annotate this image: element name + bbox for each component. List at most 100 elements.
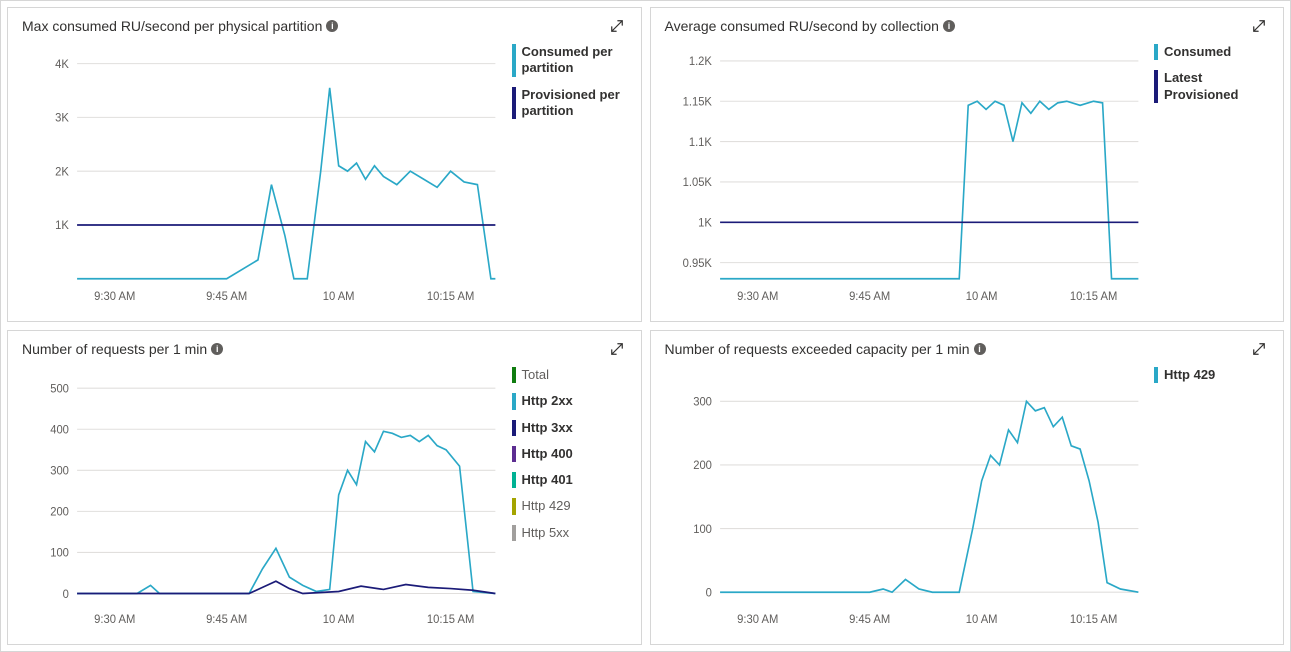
card-ru-partition: Max consumed RU/second per physical part… [7, 7, 642, 322]
svg-text:9:45 AM: 9:45 AM [849, 291, 890, 303]
legend-label: Http 3xx [522, 420, 573, 436]
svg-text:4K: 4K [55, 59, 69, 71]
legend-swatch [1154, 367, 1158, 383]
svg-text:300: 300 [50, 465, 69, 477]
legend-label: Consumed per partition [522, 44, 627, 77]
legend-item[interactable]: Http 3xx [512, 420, 627, 436]
card-body: 01002003004005009:30 AM9:45 AM10 AM10:15… [22, 363, 627, 636]
legend-swatch [1154, 44, 1158, 60]
expand-button[interactable] [1249, 339, 1269, 359]
card-body: 01002003009:30 AM9:45 AM10 AM10:15 AMHtt… [665, 363, 1270, 636]
svg-text:1.15K: 1.15K [682, 96, 712, 108]
legend-item[interactable]: Http 401 [512, 472, 627, 488]
svg-text:1K: 1K [55, 220, 69, 232]
chart-area: 1K2K3K4K9:30 AM9:45 AM10 AM10:15 AM [22, 40, 502, 313]
svg-text:1.05K: 1.05K [682, 177, 712, 189]
legend: Http 429 [1154, 363, 1269, 636]
legend-swatch [512, 420, 516, 436]
legend-item[interactable]: Http 5xx [512, 525, 627, 541]
legend-item[interactable]: Provisioned per partition [512, 87, 627, 120]
svg-text:10 AM: 10 AM [965, 614, 997, 626]
card-title-wrap: Number of requests exceeded capacity per… [665, 341, 986, 357]
svg-text:3K: 3K [55, 112, 69, 124]
legend-label: Http 429 [522, 498, 571, 514]
dashboard-grid: Max consumed RU/second per physical part… [7, 7, 1284, 645]
legend-item[interactable]: Http 2xx [512, 393, 627, 409]
svg-text:10 AM: 10 AM [965, 291, 997, 303]
legend-label: Http 5xx [522, 525, 570, 541]
expand-button[interactable] [607, 339, 627, 359]
legend-label: Http 429 [1164, 367, 1215, 383]
svg-text:0.95K: 0.95K [682, 258, 712, 270]
svg-text:500: 500 [50, 383, 69, 395]
svg-text:9:30 AM: 9:30 AM [737, 614, 778, 626]
svg-text:10:15 AM: 10:15 AM [1069, 291, 1116, 303]
legend-item[interactable]: Http 429 [1154, 367, 1269, 383]
legend: Consumed Latest Provisioned [1154, 40, 1269, 313]
chart-title: Average consumed RU/second by collection [665, 18, 939, 34]
legend-item[interactable]: Consumed [1154, 44, 1269, 60]
legend: Consumed per partition Provisioned per pa… [512, 40, 627, 313]
legend-label: Http 401 [522, 472, 573, 488]
card-ru-collection: Average consumed RU/second by collection… [650, 7, 1285, 322]
legend-swatch [512, 393, 516, 409]
svg-text:200: 200 [693, 460, 712, 472]
card-title-wrap: Number of requests per 1 min i [22, 341, 223, 357]
chart-title: Max consumed RU/second per physical part… [22, 18, 322, 34]
svg-text:10:15 AM: 10:15 AM [1069, 614, 1116, 626]
svg-text:10:15 AM: 10:15 AM [427, 614, 474, 626]
card-body: 0.95K 1K 1.05K 1.1K 1.15K 1.2K 9:30 AM 9:45 AM 1… [665, 40, 1270, 313]
card-header: Max consumed RU/second per physical part… [22, 16, 627, 36]
legend-item[interactable]: Consumed per partition [512, 44, 627, 77]
legend-swatch [512, 525, 516, 541]
info-icon[interactable]: i [974, 343, 986, 355]
chart-title: Number of requests per 1 min [22, 341, 207, 357]
info-icon[interactable]: i [943, 20, 955, 32]
legend-label: Provisioned per partition [522, 87, 627, 120]
expand-button[interactable] [1249, 16, 1269, 36]
legend-swatch [1154, 70, 1158, 103]
svg-text:100: 100 [50, 548, 69, 560]
legend-label: Consumed [1164, 44, 1231, 60]
legend-swatch [512, 472, 516, 488]
legend-item[interactable]: Http 400 [512, 446, 627, 462]
legend-item[interactable]: Http 429 [512, 498, 627, 514]
legend: Total Http 2xx Http 3xx Http 400 Http 401 Htt… [512, 363, 627, 636]
svg-text:1K: 1K [698, 217, 712, 229]
legend-swatch [512, 87, 516, 120]
card-title-wrap: Average consumed RU/second by collection… [665, 18, 955, 34]
svg-text:2K: 2K [55, 166, 69, 178]
card-requests: Number of requests per 1 mini01002003004… [7, 330, 642, 645]
legend-label: Total [522, 367, 549, 383]
svg-text:9:30 AM: 9:30 AM [94, 614, 135, 626]
svg-text:9:30 AM: 9:30 AM [94, 291, 135, 303]
legend-swatch [512, 367, 516, 383]
card-body: 1K2K3K4K9:30 AM9:45 AM10 AM10:15 AMConsu… [22, 40, 627, 313]
card-title-wrap: Max consumed RU/second per physical part… [22, 18, 338, 34]
legend-item[interactable]: Total [512, 367, 627, 383]
legend-item[interactable]: Latest Provisioned [1154, 70, 1269, 103]
svg-text:200: 200 [50, 506, 69, 518]
svg-text:9:45 AM: 9:45 AM [206, 291, 247, 303]
chart-area: 0.95K 1K 1.05K 1.1K 1.15K 1.2K 9:30 AM 9:45 AM 1… [665, 40, 1145, 313]
svg-text:9:30 AM: 9:30 AM [737, 291, 778, 303]
svg-text:9:45 AM: 9:45 AM [849, 614, 890, 626]
svg-text:0: 0 [63, 589, 69, 601]
svg-text:1.2K: 1.2K [688, 56, 711, 68]
legend-label: Latest Provisioned [1164, 70, 1269, 103]
svg-text:1.1K: 1.1K [688, 137, 711, 149]
chart-area: 01002003009:30 AM9:45 AM10 AM10:15 AM [665, 363, 1145, 636]
svg-text:10 AM: 10 AM [323, 291, 355, 303]
legend-label: Http 2xx [522, 393, 573, 409]
svg-text:0: 0 [705, 587, 711, 599]
legend-swatch [512, 498, 516, 514]
chart-title: Number of requests exceeded capacity per… [665, 341, 970, 357]
card-exceeded: Number of requests exceeded capacity per… [650, 330, 1285, 645]
card-header: Number of requests per 1 min i [22, 339, 627, 359]
info-icon[interactable]: i [326, 20, 338, 32]
legend-swatch [512, 446, 516, 462]
expand-button[interactable] [607, 16, 627, 36]
svg-text:9:45 AM: 9:45 AM [206, 614, 247, 626]
info-icon[interactable]: i [211, 343, 223, 355]
chart-area: 01002003004005009:30 AM9:45 AM10 AM10:15… [22, 363, 502, 636]
